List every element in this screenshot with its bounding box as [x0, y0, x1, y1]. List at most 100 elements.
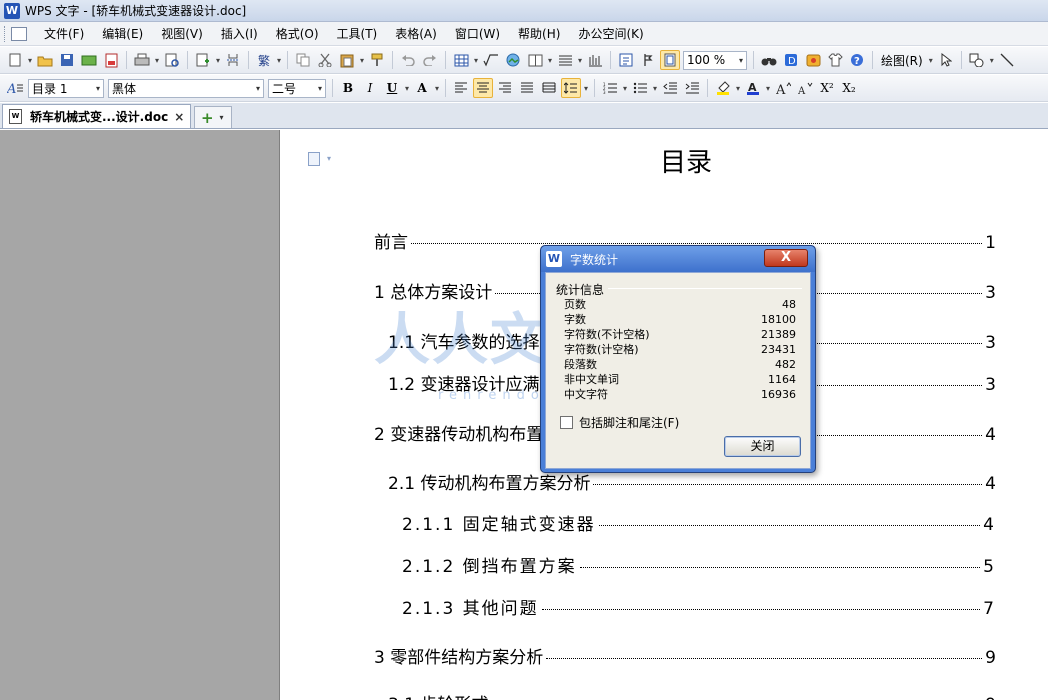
chevron-down-icon[interactable]: ▾	[218, 113, 226, 122]
save-icon[interactable]	[57, 50, 77, 70]
increase-indent-icon[interactable]	[682, 78, 702, 98]
document-tab[interactable]: W 轿车机械式变...设计.doc ×	[2, 104, 192, 128]
underline-button[interactable]: U	[382, 78, 402, 98]
cut-icon[interactable]	[315, 50, 335, 70]
insert-table-icon[interactable]	[451, 50, 471, 70]
menu-office-space[interactable]: 办公空间(K)	[569, 23, 652, 44]
text-columns-dropdown-icon[interactable]: ▾	[576, 56, 584, 65]
subscript-button[interactable]: X₂	[839, 78, 859, 98]
find-binoculars-icon[interactable]	[759, 50, 779, 70]
toc-entry[interactable]: 2.1.2 倒挡布置方案 5	[402, 552, 996, 577]
insert-table-dropdown-icon[interactable]: ▾	[472, 56, 480, 65]
line-tool-icon[interactable]	[997, 50, 1017, 70]
footnotes-checkbox[interactable]	[560, 416, 573, 429]
new-tab-button[interactable]: + ▾	[194, 106, 233, 128]
help-question-icon[interactable]: ?	[847, 50, 867, 70]
align-center-icon[interactable]	[473, 78, 493, 98]
menu-format[interactable]: 格式(O)	[267, 23, 328, 44]
dialog-close-button[interactable]: X	[764, 249, 808, 267]
chevron-down-icon[interactable]: ▾	[318, 84, 322, 93]
menu-file[interactable]: 文件(F)	[35, 23, 93, 44]
insert-picture-icon[interactable]	[503, 50, 523, 70]
menu-view[interactable]: 视图(V)	[152, 23, 212, 44]
footnotes-checkbox-label[interactable]: 包括脚注和尾注(F)	[579, 414, 679, 431]
toc-entry[interactable]: 2.1.3 其他问题 7	[402, 594, 996, 619]
footnotes-checkbox-row[interactable]: 包括脚注和尾注(F)	[560, 414, 679, 431]
draw-menu-button[interactable]: 绘图(R)	[877, 52, 927, 69]
draw-dropdown-icon[interactable]: ▾	[927, 56, 935, 65]
show-marks-icon[interactable]	[638, 50, 658, 70]
style-select[interactable]: 目录 1 ▾	[28, 78, 104, 98]
numbering-dropdown-icon[interactable]: ▾	[621, 84, 629, 93]
bullets-dropdown-icon[interactable]: ▾	[651, 84, 659, 93]
highlight-dropdown-icon[interactable]: ▾	[734, 84, 742, 93]
font-effects-button[interactable]: A	[412, 78, 432, 98]
paste-icon[interactable]	[337, 50, 357, 70]
autoshapes-icon[interactable]	[967, 50, 987, 70]
bold-button[interactable]: B	[338, 78, 358, 98]
font-size-select[interactable]: 二号 ▾	[268, 78, 326, 98]
chevron-down-icon[interactable]: ▾	[256, 84, 260, 93]
menu-edit[interactable]: 编辑(E)	[93, 23, 152, 44]
toc-entry[interactable]: 2.1.1 固定轴式变速器 4	[402, 510, 996, 535]
format-painter-icon[interactable]	[367, 50, 387, 70]
font-select[interactable]: 黑体 ▾	[108, 78, 264, 98]
menu-insert[interactable]: 插入(I)	[212, 23, 267, 44]
copy-icon[interactable]	[293, 50, 313, 70]
line-spacing-icon[interactable]	[561, 78, 581, 98]
close-button[interactable]: 关闭	[724, 436, 801, 457]
redo-icon[interactable]	[420, 50, 440, 70]
new-dropdown-icon[interactable]: ▾	[26, 56, 34, 65]
distributed-align-icon[interactable]	[539, 78, 559, 98]
autoshapes-dropdown-icon[interactable]: ▾	[988, 56, 996, 65]
font-effects-dropdown-icon[interactable]: ▾	[433, 84, 441, 93]
toc-entry[interactable]: 3.1 齿轮形式 9	[388, 690, 996, 700]
menu-grip[interactable]	[4, 25, 7, 42]
send-mail-icon[interactable]	[79, 50, 99, 70]
new-document-icon[interactable]	[5, 50, 25, 70]
zoom-select[interactable]: 100 % ▾	[683, 50, 747, 70]
wps-help-icon[interactable]: D	[781, 50, 801, 70]
numbering-icon[interactable]: 123	[600, 78, 620, 98]
italic-button[interactable]: I	[360, 78, 380, 98]
menu-tools[interactable]: 工具(T)	[328, 23, 387, 44]
text-columns-icon[interactable]	[555, 50, 575, 70]
select-pointer-icon[interactable]	[936, 50, 956, 70]
close-tab-icon[interactable]: ×	[174, 110, 184, 124]
toc-entry[interactable]: 3 零部件结构方案分析 9	[374, 643, 996, 668]
columns-dropdown-icon[interactable]: ▾	[546, 56, 554, 65]
document-map-icon[interactable]	[616, 50, 636, 70]
grow-font-icon[interactable]: A	[773, 78, 793, 98]
print-icon[interactable]	[132, 50, 152, 70]
drawing-grid-icon[interactable]	[585, 50, 605, 70]
underline-dropdown-icon[interactable]: ▾	[403, 84, 411, 93]
formula-icon[interactable]	[481, 50, 501, 70]
font-color-dropdown-icon[interactable]: ▾	[764, 84, 772, 93]
print-preview-icon[interactable]	[162, 50, 182, 70]
superscript-button[interactable]: X²	[817, 78, 837, 98]
traditional-chinese-icon[interactable]: 繁	[254, 50, 274, 70]
chevron-down-icon[interactable]: ▾	[739, 56, 743, 65]
line-spacing-dropdown-icon[interactable]: ▾	[582, 84, 590, 93]
font-color-icon[interactable]: A	[743, 78, 763, 98]
justify-icon[interactable]	[517, 78, 537, 98]
document-menu-icon[interactable]	[11, 26, 27, 41]
traditional-dropdown-icon[interactable]: ▾	[275, 56, 283, 65]
menu-window[interactable]: 窗口(W)	[446, 23, 509, 44]
insert-page-icon[interactable]	[193, 50, 213, 70]
highlight-icon[interactable]	[713, 78, 733, 98]
template-icon[interactable]	[803, 50, 823, 70]
open-folder-icon[interactable]	[35, 50, 55, 70]
bullets-icon[interactable]	[630, 78, 650, 98]
print-dropdown-icon[interactable]: ▾	[153, 56, 161, 65]
dialog-title-bar[interactable]: W 字数统计 X	[541, 246, 815, 272]
skin-shirt-icon[interactable]	[825, 50, 845, 70]
shrink-font-icon[interactable]: A	[795, 78, 815, 98]
paste-dropdown-icon[interactable]: ▾	[358, 56, 366, 65]
columns-icon[interactable]	[525, 50, 545, 70]
undo-icon[interactable]	[398, 50, 418, 70]
decrease-indent-icon[interactable]	[660, 78, 680, 98]
page-view-icon[interactable]	[660, 50, 680, 70]
menu-help[interactable]: 帮助(H)	[509, 23, 569, 44]
page-break-icon[interactable]	[223, 50, 243, 70]
